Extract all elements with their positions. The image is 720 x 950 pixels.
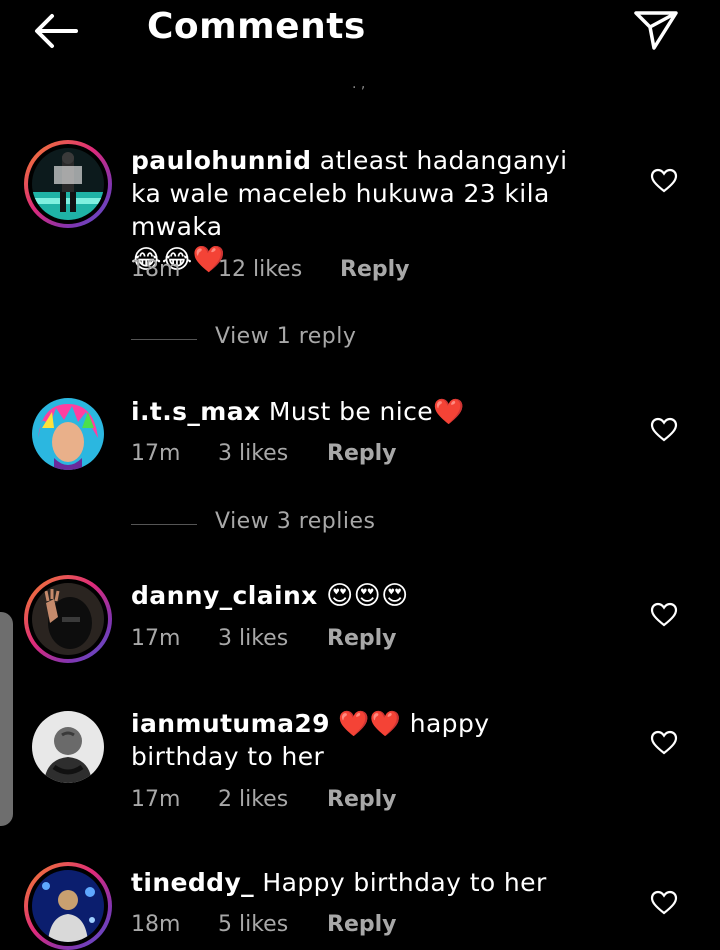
avatar[interactable]: [24, 140, 112, 228]
comment-text-block: i.t.s_max Must be nice❤️: [131, 395, 601, 428]
loading-indicator: . ,: [352, 76, 366, 92]
share-button[interactable]: [632, 8, 680, 52]
comment-time: 18m: [131, 912, 181, 937]
comment-username[interactable]: danny_clainx: [131, 581, 318, 610]
like-button[interactable]: [650, 602, 678, 628]
view-replies-button[interactable]: View 3 replies: [131, 509, 531, 539]
like-button[interactable]: [650, 168, 678, 194]
comment-likes[interactable]: 5 likes: [218, 912, 288, 937]
view-replies-label: View 3 replies: [215, 509, 376, 534]
avatar[interactable]: [24, 575, 112, 663]
header-bar: Comments: [0, 0, 720, 64]
view-replies-label: View 1 reply: [215, 324, 357, 349]
avatar[interactable]: [32, 398, 104, 470]
reply-button[interactable]: Reply: [327, 787, 397, 812]
heart-outline-icon: [650, 602, 678, 627]
comment-text-block: ianmutuma29 ❤️❤️ happy birthday to her: [131, 707, 601, 773]
reply-button[interactable]: Reply: [340, 257, 410, 282]
page-title: Comments: [147, 6, 366, 47]
like-button[interactable]: [650, 730, 678, 756]
back-button[interactable]: [30, 10, 82, 52]
reply-button[interactable]: Reply: [327, 441, 397, 466]
like-button[interactable]: [650, 417, 678, 443]
heart-outline-icon: [650, 168, 678, 193]
arrow-left-icon: [35, 14, 78, 48]
paper-plane-icon: [634, 11, 678, 50]
avatar[interactable]: [24, 862, 112, 950]
comment-time: 17m: [131, 787, 181, 812]
comment-likes[interactable]: 2 likes: [218, 787, 288, 812]
comment-username[interactable]: tineddy_: [131, 868, 254, 897]
heart-outline-icon: [650, 730, 678, 755]
heart-outline-icon: [650, 417, 678, 442]
comment-time: 17m: [131, 441, 181, 466]
divider-line: [131, 339, 197, 340]
comment-time: 18m: [131, 257, 181, 282]
view-replies-button[interactable]: View 1 reply: [131, 324, 531, 354]
reply-button[interactable]: Reply: [327, 626, 397, 651]
comment-text-block: danny_clainx 😍😍😍: [131, 579, 601, 613]
comment-body: 😍😍😍: [326, 581, 409, 611]
heart-outline-icon: [650, 890, 678, 915]
comment-likes[interactable]: 3 likes: [218, 626, 288, 651]
comment-text-block: tineddy_ Happy birthday to her: [131, 866, 601, 899]
divider-line: [131, 524, 197, 525]
reply-button[interactable]: Reply: [327, 912, 397, 937]
like-button[interactable]: [650, 890, 678, 916]
comment-time: 17m: [131, 626, 181, 651]
comment-username[interactable]: ianmutuma29: [131, 709, 330, 738]
avatar[interactable]: [32, 711, 104, 783]
comment-body: Must be nice❤️: [268, 397, 465, 426]
comment-body: Happy birthday to her: [262, 868, 547, 897]
comment-username[interactable]: paulohunnid: [131, 146, 311, 175]
comment-likes[interactable]: 12 likes: [218, 257, 302, 282]
comment-username[interactable]: i.t.s_max: [131, 397, 261, 426]
edge-panel-handle[interactable]: [0, 612, 13, 826]
comment-likes[interactable]: 3 likes: [218, 441, 288, 466]
